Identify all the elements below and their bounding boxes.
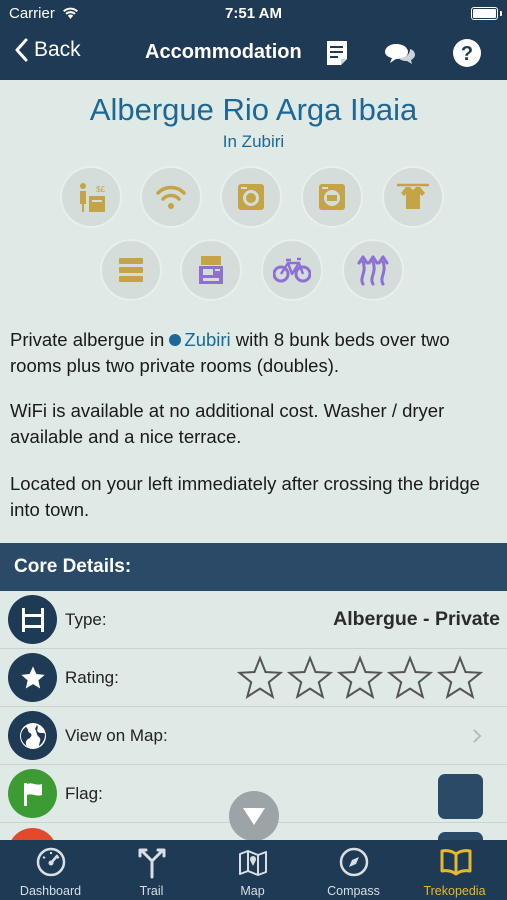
reception-icon: $£ — [80, 183, 105, 212]
washer-icon — [238, 184, 264, 210]
book-icon — [440, 849, 472, 876]
navigation-bar: Back Accommodation ? — [0, 28, 507, 80]
tab-map-label: Map — [240, 884, 265, 898]
notes-icon[interactable] — [325, 39, 349, 67]
next-row-badge — [8, 828, 57, 840]
status-bar: Carrier 7:51 AM — [0, 0, 507, 28]
speedometer-icon — [36, 847, 66, 877]
triangle-down-icon — [243, 808, 265, 825]
wifi-icon — [156, 185, 186, 209]
map-icon — [239, 850, 267, 876]
flag-label: Flag: — [65, 784, 103, 803]
rating-row: Rating: — [0, 649, 507, 707]
type-row-badge — [8, 595, 57, 644]
reception-amenity[interactable]: $£ — [60, 166, 122, 228]
view-on-map-row[interactable]: View on Map: — [0, 707, 507, 765]
washer-amenity[interactable] — [220, 166, 282, 228]
tab-dashboard[interactable]: Dashboard — [0, 840, 101, 900]
battery-icon — [471, 7, 498, 20]
tab-compass[interactable]: Compass — [303, 840, 404, 900]
globe-icon — [19, 722, 46, 749]
scroll-down-button[interactable] — [229, 791, 279, 841]
svg-text:?: ? — [461, 43, 473, 65]
next-row-swatch[interactable] — [438, 832, 483, 840]
flag-color-swatch[interactable] — [438, 774, 483, 819]
zubiri-link[interactable]: Zubiri — [169, 329, 231, 350]
tab-map[interactable]: Map — [202, 840, 303, 900]
trail-signpost-icon — [138, 848, 166, 879]
rating-label: Rating: — [65, 668, 119, 687]
chevron-right-icon — [473, 729, 482, 743]
dryer-amenity[interactable] — [301, 166, 363, 228]
tab-compass-label: Compass — [327, 884, 380, 898]
rating-star-2-icon[interactable] — [286, 655, 334, 700]
tab-trekopedia-label: Trekopedia — [423, 884, 486, 898]
svg-text:$£: $£ — [96, 185, 105, 194]
lockers-amenity[interactable] — [100, 239, 162, 301]
star-icon — [20, 665, 45, 688]
tab-trekopedia[interactable]: Trekopedia — [404, 840, 505, 900]
core-details-header: Core Details: — [0, 543, 507, 591]
type-value: Albergue - Private — [333, 608, 500, 630]
help-icon[interactable]: ? — [452, 38, 482, 68]
town-link[interactable]: In Zubiri — [0, 132, 507, 152]
description-paragraph-1: Private albergue in Zubiri with 8 bunk b… — [10, 327, 498, 379]
comments-icon[interactable] — [384, 42, 416, 66]
tab-trail-label: Trail — [139, 884, 164, 898]
battery-tip — [500, 11, 502, 16]
clothesline-icon — [397, 183, 429, 209]
description-paragraph-3: Located on your left immediately after c… — [10, 473, 480, 520]
heating-icon — [357, 255, 389, 286]
back-button[interactable]: Back — [14, 38, 81, 62]
dryer-icon — [319, 184, 345, 210]
bunk-bed-icon — [21, 607, 44, 632]
description-paragraph-2: WiFi is available at no additional cost.… — [10, 400, 445, 447]
chevron-left-icon — [15, 38, 28, 62]
bicycle-amenity[interactable] — [261, 239, 323, 301]
lockers-icon — [119, 258, 143, 282]
rating-star-5-icon[interactable] — [436, 655, 484, 700]
tab-trail[interactable]: Trail — [101, 840, 202, 900]
flag-icon — [23, 782, 42, 806]
tab-bar: Dashboard Trail Map Compass Trekopedia — [0, 840, 507, 900]
type-label: Type: — [65, 610, 107, 629]
clock: 7:51 AM — [225, 5, 282, 22]
rating-stars[interactable] — [236, 655, 486, 701]
vending-amenity[interactable] — [180, 239, 242, 301]
back-label: Back — [34, 38, 81, 61]
location-dot-icon — [169, 334, 182, 346]
vending-icon — [199, 256, 223, 284]
rating-row-badge — [8, 653, 57, 702]
description-text: Private albergue in — [10, 329, 170, 350]
accommodation-name: Albergue Rio Arga Ibaia — [89, 92, 418, 127]
clothesline-amenity[interactable] — [382, 166, 444, 228]
rating-star-1-icon[interactable] — [236, 655, 284, 700]
zubiri-link-label: Zubiri — [184, 329, 231, 350]
view-on-map-label: View on Map: — [65, 726, 168, 745]
tab-dashboard-label: Dashboard — [19, 884, 82, 898]
wifi-amenity[interactable] — [140, 166, 202, 228]
map-row-badge — [8, 711, 57, 760]
page-title: Accommodation — [145, 41, 302, 63]
rating-star-3-icon[interactable] — [336, 655, 384, 700]
type-row: Type: Albergue - Private — [0, 591, 507, 649]
flag-row-badge — [8, 769, 57, 818]
bicycle-icon — [273, 257, 311, 283]
compass-icon — [339, 847, 369, 877]
heating-amenity[interactable] — [342, 239, 404, 301]
main-content: Albergue Rio Arga Ibaia In Zubiri — [0, 80, 507, 152]
rating-star-4-icon[interactable] — [386, 655, 434, 700]
